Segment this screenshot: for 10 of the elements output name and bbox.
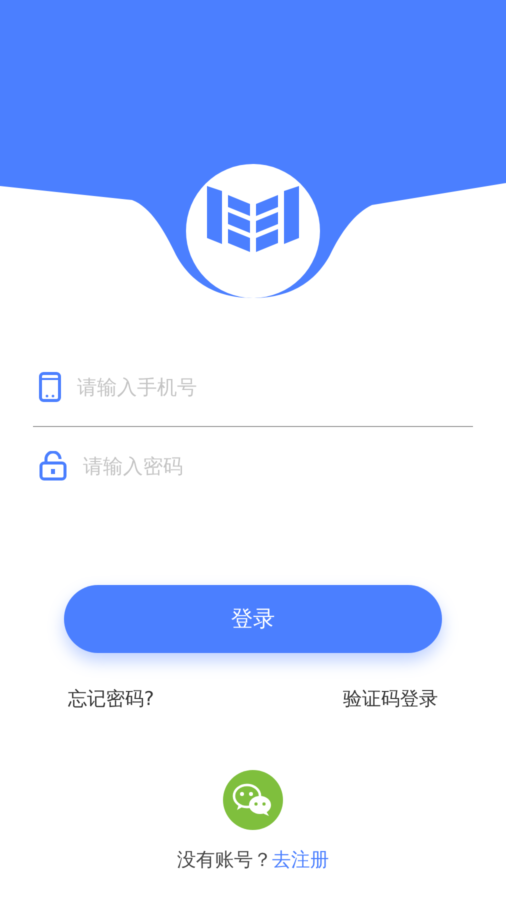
forgot-password-link[interactable]: 忘记密码? xyxy=(68,685,154,714)
login-button[interactable]: 登录 xyxy=(64,585,442,653)
password-input[interactable]: 请输入密码 xyxy=(81,450,473,482)
unlock-icon xyxy=(39,451,67,481)
no-account-text: 没有账号？ xyxy=(177,848,272,872)
wechat-button[interactable] xyxy=(223,770,283,830)
phone-icon xyxy=(39,372,61,402)
register-link[interactable]: 去注册 xyxy=(272,846,329,874)
phone-input[interactable]: 请输入手机号 xyxy=(75,371,473,403)
sms-login-link[interactable]: 验证码登录 xyxy=(343,685,438,714)
